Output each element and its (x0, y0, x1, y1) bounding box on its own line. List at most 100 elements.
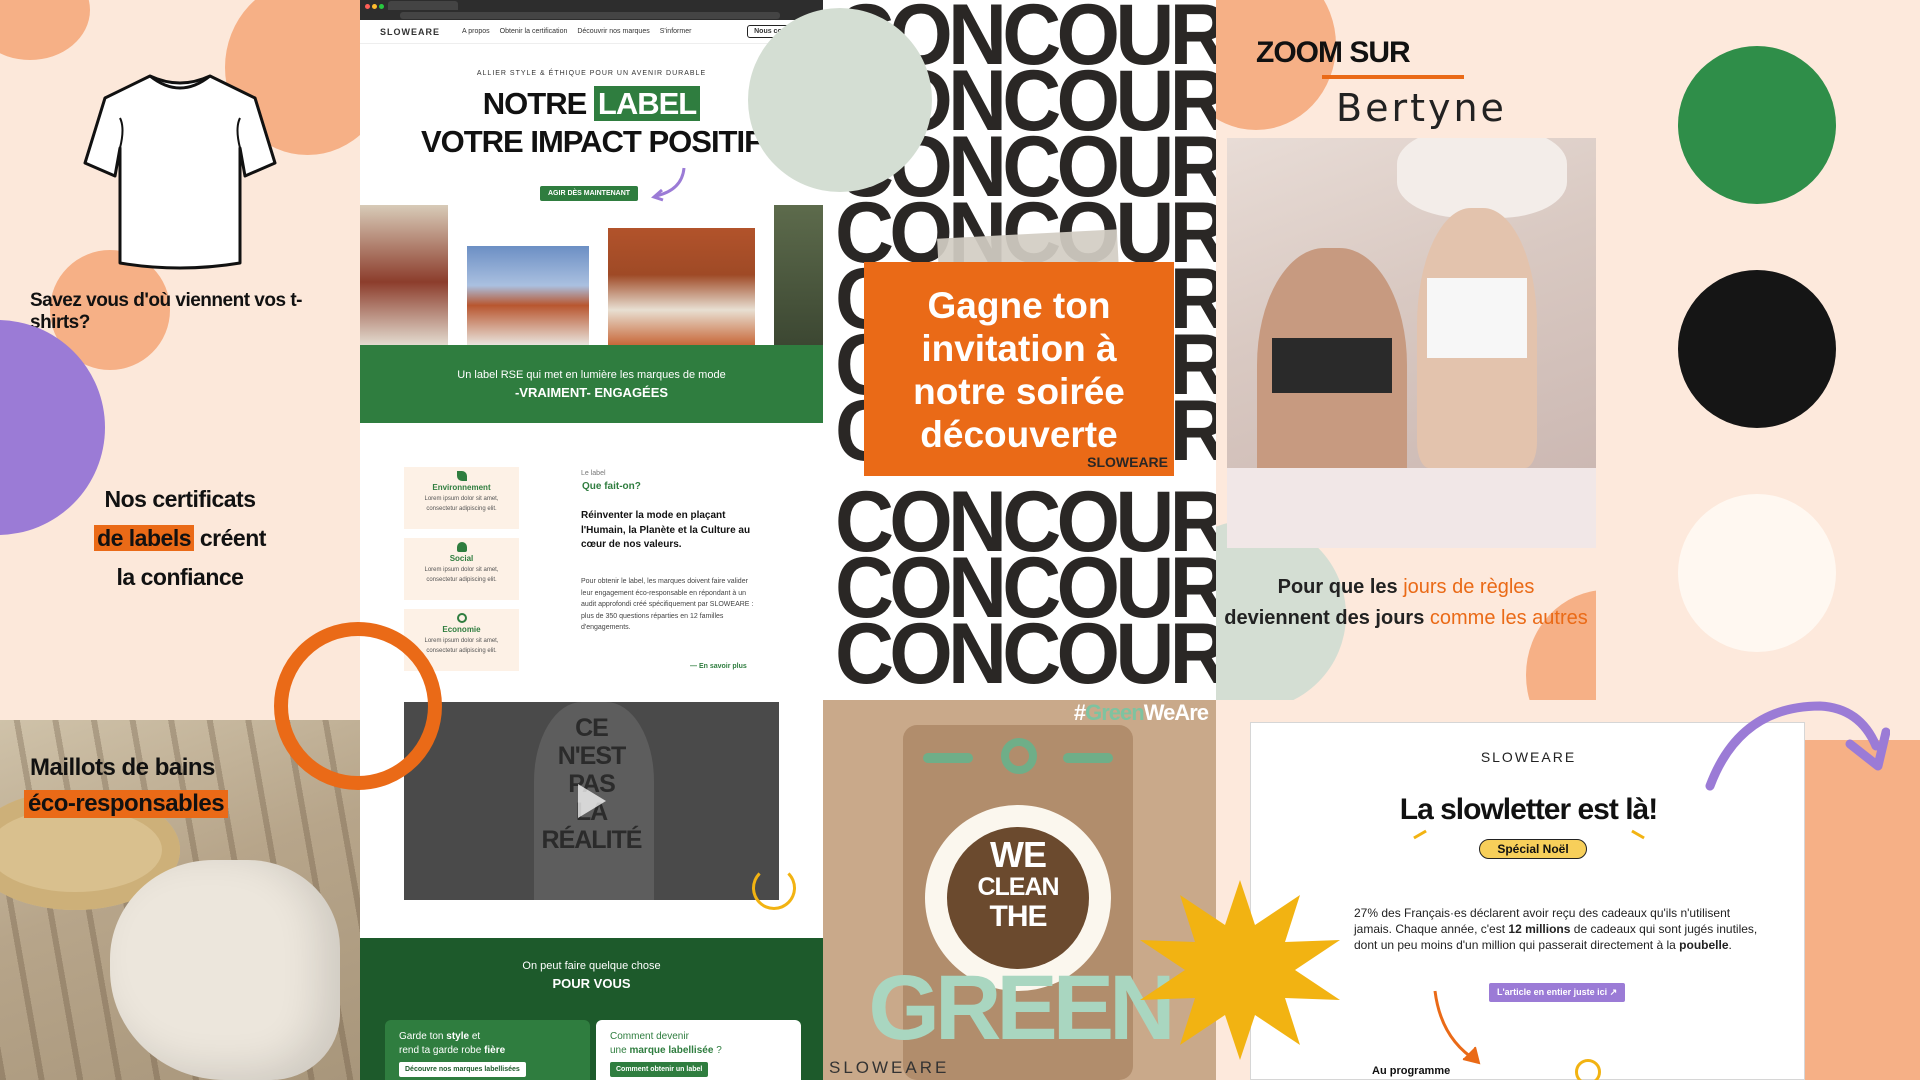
cta-card-style[interactable]: Garde ton style et rend ta garde robe fi… (385, 1020, 590, 1080)
yellow-ring-letter (1575, 1059, 1601, 1080)
washer-clean: CLEAN (977, 873, 1059, 901)
letter-article-button[interactable]: L'article en entier juste ici ↗ (1489, 983, 1626, 1002)
nav-item-informer[interactable]: S'informer (660, 28, 692, 35)
pillar-text: Lorem ipsum dolor sit amet, consectetur … (424, 638, 499, 654)
card2-text: une (610, 1044, 627, 1056)
letter-body-bold1: 12 millions (1508, 922, 1571, 936)
card2-bold: marque labellisée (629, 1044, 714, 1056)
photo-4 (774, 205, 823, 345)
site-nav: SLOWEARE A propos Obtenir la certificati… (360, 20, 823, 44)
photo-1 (360, 205, 448, 345)
purple-curved-arrow-icon (1705, 701, 1890, 791)
color-dots-panel (1596, 0, 1920, 700)
pillar-title: Environnement (432, 483, 491, 492)
certificates-line2: de labels créent (60, 519, 300, 558)
letter-body: 27% des Français·es déclarent avoir reçu… (1354, 905, 1759, 953)
nav-item-certification[interactable]: Obtenir la certification (500, 28, 568, 35)
concours-brand: SLOWEARE (1087, 454, 1168, 470)
bedsheet (1227, 468, 1596, 548)
purple-arrow-icon (651, 167, 686, 202)
video-word-5: RÉALITÉ (541, 826, 643, 854)
hero-title-highlight: LABEL (593, 86, 701, 121)
tshirt-icon (83, 74, 277, 270)
spark-right (1631, 829, 1645, 840)
zoom-underline (1322, 75, 1464, 79)
card1-button[interactable]: Découvre nos marques labellisées (399, 1062, 526, 1078)
video-word-1: CE (575, 714, 609, 742)
caption-d: comme les autres (1429, 607, 1588, 629)
caption-c: deviennent des jours (1224, 607, 1425, 629)
black-dot (1678, 270, 1836, 428)
sunburst-icon (1140, 880, 1340, 1060)
white-dot (1678, 494, 1836, 652)
video-player[interactable]: CE N'EST PAS LA RÉALITÉ (404, 702, 779, 900)
card1-bold-a: style (446, 1031, 470, 1042)
letter-body-bold2: poubelle (1679, 938, 1729, 952)
zoom-caption-line2: deviennent des jours comme les autres (1216, 603, 1596, 634)
leaf-icon (456, 471, 467, 481)
hashtag-prefix: # (1073, 700, 1086, 725)
browser-bar (360, 0, 823, 20)
hero-cta-button[interactable]: AGIR DÈS MAINTENANT (540, 186, 639, 201)
recycle-icon (456, 613, 467, 623)
girl-shirt (1427, 278, 1527, 358)
window-dot-yellow (372, 4, 377, 9)
card1-bold-b: fière (484, 1044, 506, 1056)
letter-program: Au programme (1372, 1065, 1451, 1077)
zoom-brand: Bertyne (1336, 86, 1507, 130)
website-mockup: SLOWEARE A propos Obtenir la certificati… (360, 0, 823, 1080)
concours-line2: invitation à (921, 328, 1117, 369)
hashtag: #GreenWeAre (1073, 700, 1209, 726)
cta-card-label[interactable]: Comment devenir une marque labellisée ? … (596, 1020, 801, 1080)
nav-item-marques[interactable]: Découvrir nos marques (577, 28, 649, 35)
concours-word: CONCOURS (835, 606, 1216, 700)
swimwear-photo: Maillots de bains éco-responsables (0, 720, 360, 1080)
certificates-line1: Nos certificats (104, 486, 256, 512)
card1-line2: rend ta garde robe fière (399, 1044, 576, 1058)
spark-left (1413, 829, 1427, 840)
pillar-title: Economie (442, 625, 481, 634)
card1-text-b: et (471, 1031, 481, 1042)
swimsuit-fabric (110, 860, 340, 1080)
zoom-sur-card: ZOOM SUR Bertyne Pour que les jours de r… (1216, 0, 1596, 700)
hashtag-suffix: WeAre (1143, 700, 1209, 725)
pillar-card-environnement: Environnement Lorem ipsum dolor sit amet… (404, 467, 519, 529)
washer-brand: SLOWEARE (829, 1058, 950, 1077)
video-word-2: N'EST (557, 742, 627, 770)
certificates-line3: la confiance (116, 564, 244, 590)
card1-line1: Garde ton style et (399, 1030, 576, 1044)
pillar-text: Lorem ipsum dolor sit amet, consectetur … (424, 496, 499, 512)
nav-item-apropos[interactable]: A propos (462, 28, 490, 35)
sage-circle (748, 8, 932, 192)
photo-3 (608, 228, 755, 345)
orange-arrow-icon (1433, 990, 1481, 1065)
washer-dial-right (1063, 753, 1113, 763)
zoom-title: ZOOM SUR (1256, 36, 1411, 69)
washer-knob (1001, 738, 1037, 774)
pillar-title: Social (449, 554, 474, 563)
zoom-caption-line1: Pour que les jours de règles (1216, 572, 1596, 603)
site-logo[interactable]: SLOWEARE (380, 27, 440, 37)
browser-tab[interactable] (388, 1, 458, 10)
concours-line3: notre soirée (913, 371, 1125, 412)
tshirt-question: Savez vous d'où viennent vos t-shirts? (30, 290, 302, 333)
label-kicker: Le label (581, 470, 606, 477)
letter-title: La slowletter est là! (1399, 793, 1658, 826)
concours-headline: Gagne ton invitation à notre soirée déco… (864, 284, 1174, 456)
address-bar[interactable] (400, 12, 780, 19)
play-icon[interactable] (578, 784, 606, 818)
label-more-link[interactable]: — En savoir plus (690, 663, 747, 670)
certificates-highlight: de labels (94, 525, 194, 551)
washer-the: THE (989, 900, 1048, 933)
orange-ring (274, 622, 442, 790)
card2-line2: une marque labellisée ? (610, 1044, 787, 1058)
left-column: Savez vous d'où viennent vos t-shirts? N… (0, 0, 360, 1080)
hero-title-part1: NOTRE (482, 86, 587, 121)
label-lead: Réinventer la mode en plaçant l'Humain, … (581, 510, 751, 550)
card2-button[interactable]: Comment obtenir un label (610, 1062, 709, 1078)
card2-end: ? (716, 1044, 722, 1056)
washer-text: WE CLEAN THE (947, 837, 1089, 933)
letter-badge: Spécial Noël (1479, 839, 1587, 859)
hashtag-green: Green (1085, 700, 1145, 725)
card1-text-c: rend ta garde robe (399, 1044, 482, 1056)
